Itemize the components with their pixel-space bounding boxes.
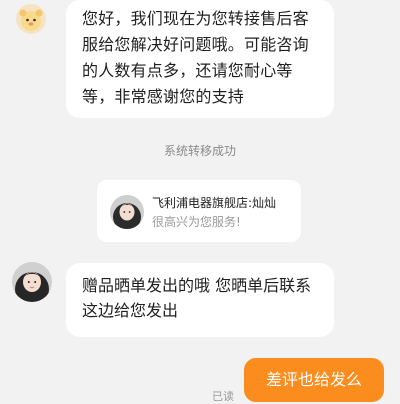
system-transfer-text: 系统转移成功 (163, 144, 236, 158)
cartoon-bot-avatar-icon[interactable] (16, 4, 46, 34)
bot-message-bubble: 您好，我们现在为您转接售后客服给您解决好问题哦。可能咨询的人数有点多，还请您耐心… (66, 0, 334, 118)
agent-message-text: 赠品晒单发出的哦 您晒单后联系这边给您发出 (82, 276, 312, 320)
read-status-label: 已读 (212, 390, 234, 403)
user-message-bubble: 差评也给发么 (244, 358, 384, 402)
agent-message-bubble: 赠品晒单发出的哦 您晒单后联系这边给您发出 (66, 263, 334, 337)
bot-message-text: 您好，我们现在为您转接售后客服给您解决好问题哦。可能咨询的人数有点多，还请您耐心… (82, 9, 309, 106)
agent-card-subtitle: 很高兴为您服务! (152, 215, 241, 229)
agent-avatar-icon[interactable] (110, 195, 144, 229)
agent-card-title: 飞利浦电器旗舰店:灿灿 (152, 196, 277, 210)
agent-avatar-icon[interactable] (12, 262, 52, 302)
user-message-text: 差评也给发么 (265, 370, 362, 389)
